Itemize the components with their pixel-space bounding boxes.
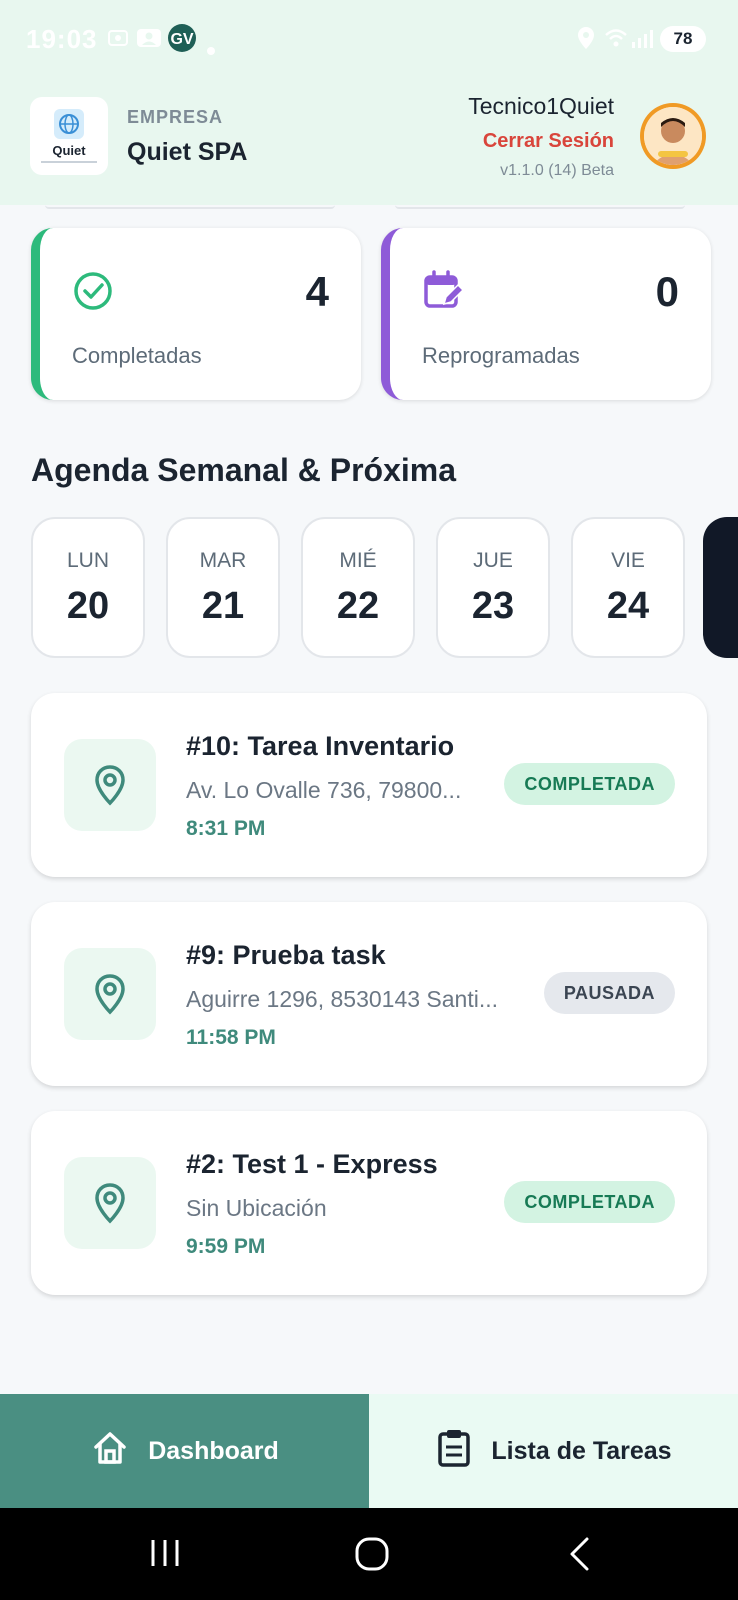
location-pin-icon bbox=[64, 1157, 156, 1249]
back-icon[interactable] bbox=[566, 1536, 592, 1577]
task-address: Aguirre 1296, 8530143 Santi... bbox=[186, 986, 499, 1012]
wifi-icon bbox=[604, 26, 628, 57]
bottom-nav: Dashboard Lista de Tareas bbox=[0, 1394, 738, 1508]
status-badge: COMPLETADA bbox=[504, 1181, 675, 1223]
company-name: Quiet SPA bbox=[127, 138, 248, 166]
app-notification-icon: GV bbox=[166, 22, 198, 61]
day-name: VIE bbox=[611, 549, 645, 572]
user-name: Tecnico1Quiet bbox=[468, 93, 614, 119]
stat-value-rescheduled: 0 bbox=[655, 268, 679, 315]
task-time: 9:59 PM bbox=[186, 1235, 266, 1258]
screenshot-icon bbox=[106, 26, 130, 57]
stat-label-completed: Completadas bbox=[72, 343, 202, 368]
task-title: #9: Prueba task bbox=[186, 940, 386, 970]
task-title: #2: Test 1 - Express bbox=[186, 1149, 438, 1179]
recent-apps-icon[interactable] bbox=[148, 1536, 182, 1575]
card-peek-left bbox=[45, 205, 335, 209]
nav-task-list[interactable]: Lista de Tareas bbox=[369, 1394, 738, 1508]
day-chip-mon[interactable]: LUN 20 bbox=[31, 517, 145, 658]
day-name: MAR bbox=[199, 549, 247, 572]
day-name: LUN bbox=[66, 549, 109, 572]
task-title: #10: Tarea Inventario bbox=[186, 731, 455, 761]
day-number: 24 bbox=[606, 585, 650, 627]
stat-card-completed[interactable]: 4 Completadas bbox=[31, 228, 361, 400]
avatar-picture bbox=[644, 107, 702, 165]
location-status-icon bbox=[576, 26, 596, 57]
logo-text: Quiet bbox=[52, 143, 86, 158]
home-icon bbox=[90, 1428, 130, 1475]
task-time: 11:58 PM bbox=[186, 1026, 276, 1049]
svg-text:GV: GV bbox=[170, 31, 193, 48]
company-label: EMPRESA bbox=[127, 107, 224, 127]
day-chip-tue[interactable]: MAR 21 bbox=[166, 517, 280, 658]
day-number: 22 bbox=[336, 585, 380, 627]
day-name: MIÉ bbox=[339, 549, 377, 572]
globe-icon bbox=[54, 109, 84, 139]
task-card[interactable]: #9: Prueba task Aguirre 1296, 8530143 Sa… bbox=[31, 902, 707, 1086]
dot-icon bbox=[206, 32, 216, 63]
check-circle-icon bbox=[72, 270, 114, 317]
stat-value-completed: 4 bbox=[305, 268, 329, 315]
day-chip-thu[interactable]: JUE 23 bbox=[436, 517, 550, 658]
clipboard-icon bbox=[435, 1428, 473, 1475]
task-card[interactable]: #10: Tarea Inventario Av. Lo Ovalle 736,… bbox=[31, 693, 707, 877]
contact-icon bbox=[136, 26, 162, 57]
system-nav-bar bbox=[0, 1508, 738, 1600]
stat-card-rescheduled[interactable]: 0 Reprogramadas bbox=[381, 228, 711, 400]
agenda-title: Agenda Semanal & Próxima bbox=[31, 452, 457, 488]
task-card[interactable]: #2: Test 1 - Express Sin Ubicación 9:59 … bbox=[31, 1111, 707, 1295]
task-address: Av. Lo Ovalle 736, 79800... bbox=[186, 777, 462, 803]
task-time: 8:31 PM bbox=[186, 817, 266, 840]
day-number: 23 bbox=[471, 585, 515, 627]
nav-dashboard-label: Dashboard bbox=[148, 1436, 279, 1465]
card-peek-right bbox=[395, 205, 685, 209]
company-logo: Quiet bbox=[30, 97, 108, 175]
status-time: 19:03 bbox=[26, 24, 98, 54]
status-badge: COMPLETADA bbox=[504, 763, 675, 805]
day-number: 21 bbox=[201, 585, 245, 627]
logo-divider bbox=[41, 161, 97, 163]
day-chip-wed[interactable]: MIÉ 22 bbox=[301, 517, 415, 658]
status-bar: 19:03 GV 78 bbox=[0, 20, 738, 60]
status-badge: PAUSADA bbox=[543, 972, 675, 1014]
location-pin-icon bbox=[64, 739, 156, 831]
task-address: Sin Ubicación bbox=[186, 1195, 327, 1221]
calendar-edit-icon bbox=[422, 270, 465, 317]
nav-dashboard[interactable]: Dashboard bbox=[0, 1394, 369, 1508]
battery-indicator: 78 bbox=[660, 26, 706, 52]
nav-task-list-label: Lista de Tareas bbox=[491, 1436, 672, 1465]
day-number: 20 bbox=[66, 585, 110, 627]
avatar[interactable] bbox=[640, 103, 706, 169]
day-chip-fri[interactable]: VIE 24 bbox=[571, 517, 685, 658]
day-name: JUE bbox=[473, 549, 513, 572]
logout-button[interactable]: Cerrar Sesión bbox=[483, 130, 614, 153]
signal-icon bbox=[630, 26, 654, 57]
day-chip-selected[interactable] bbox=[703, 517, 738, 658]
stat-label-rescheduled: Reprogramadas bbox=[422, 343, 580, 368]
home-system-icon[interactable] bbox=[354, 1536, 390, 1577]
app-header: 19:03 GV 78 Quiet EMPRESA Quiet SPA Tecn… bbox=[0, 0, 738, 205]
app-version: v1.1.0 (14) Beta bbox=[500, 162, 614, 179]
location-pin-icon bbox=[64, 948, 156, 1040]
